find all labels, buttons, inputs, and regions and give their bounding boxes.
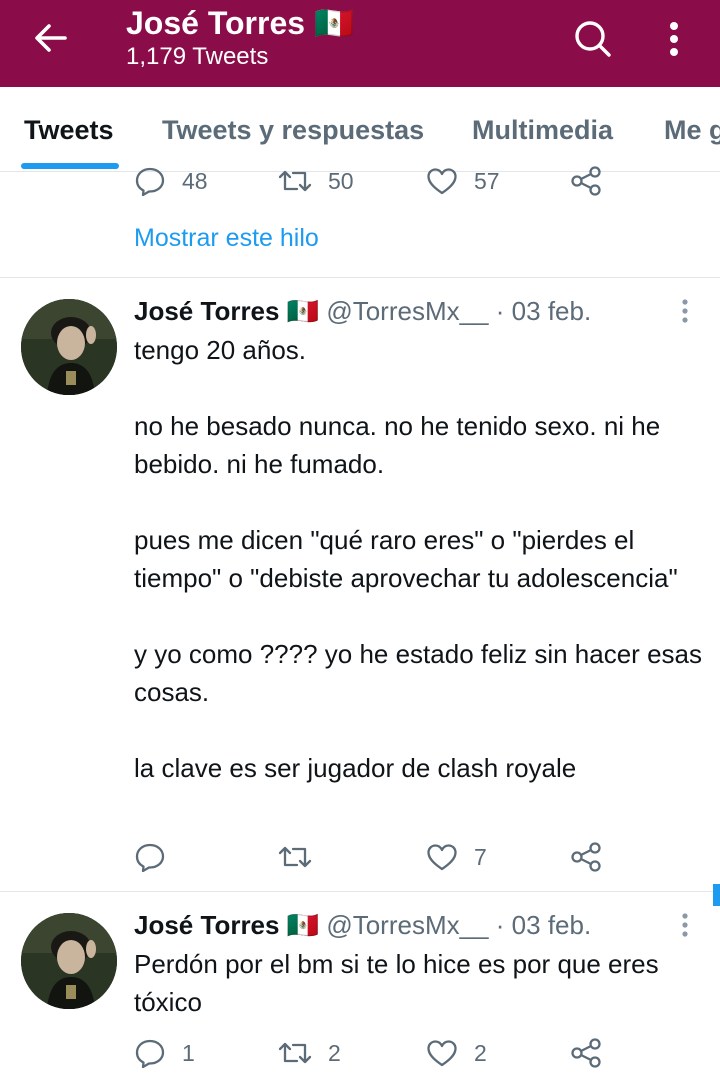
retweet-button[interactable]: 2 [278, 1033, 341, 1073]
tweet-count: 1,179 Tweets [126, 43, 269, 70]
more-options-button[interactable] [654, 14, 694, 64]
share-icon [571, 842, 601, 872]
show-thread-link[interactable]: Mostrar este hilo [134, 224, 319, 253]
like-button[interactable]: 7 [426, 837, 487, 877]
share-icon [571, 1038, 601, 1068]
author-name[interactable]: José Torres 🇲🇽 [134, 296, 319, 326]
like-button[interactable]: 57 [426, 161, 500, 201]
tweet-header: José Torres 🇲🇽 @TorresMx__ · 03 feb. [134, 908, 591, 942]
share-button[interactable] [570, 1033, 602, 1073]
retweet-button[interactable] [278, 837, 328, 877]
tab-likes[interactable]: Me gusta [664, 87, 720, 171]
retweet-icon [278, 846, 312, 868]
like-icon [427, 168, 457, 195]
tab-tweets-and-replies[interactable]: Tweets y respuestas [162, 87, 424, 171]
tab-tweets[interactable]: Tweets [24, 87, 114, 171]
separator-dot: · [495, 296, 505, 326]
reply-count: 48 [182, 167, 208, 194]
header-title-block: José Torres 🇲🇽 1,179 Tweets [126, 4, 354, 72]
share-icon [571, 166, 601, 196]
author-handle[interactable]: @TorresMx__ [326, 910, 488, 940]
reply-icon [135, 167, 165, 196]
divider [0, 891, 720, 892]
retweet-count: 50 [328, 167, 354, 194]
retweet-icon [278, 1042, 312, 1064]
profile-header: José Torres 🇲🇽 1,179 Tweets [0, 0, 720, 87]
tweet-more-button[interactable] [672, 295, 698, 327]
scrollbar-thumb[interactable] [713, 884, 720, 906]
more-vertical-icon [670, 22, 678, 56]
reply-button[interactable] [134, 837, 182, 877]
divider [0, 277, 720, 278]
tweet-date[interactable]: 03 feb. [512, 296, 592, 326]
avatar[interactable] [21, 299, 117, 395]
reply-icon [135, 1039, 165, 1068]
previous-tweet-actions: 48 50 57 [134, 161, 694, 201]
tweet-more-icon [682, 913, 688, 937]
reply-button[interactable]: 48 [134, 161, 208, 201]
tab-media[interactable]: Multimedia [472, 87, 613, 171]
retweet-icon [278, 170, 312, 192]
share-button[interactable] [570, 161, 602, 201]
like-count: 7 [474, 843, 487, 870]
like-icon [427, 844, 457, 871]
tweet-more-button[interactable] [672, 909, 698, 941]
author-name[interactable]: José Torres 🇲🇽 [134, 910, 319, 940]
share-button[interactable] [570, 837, 602, 877]
search-icon [575, 21, 611, 57]
tweet-text: Perdón por el bm si te lo hice es por qu… [134, 949, 666, 1017]
like-count: 57 [474, 167, 500, 194]
avatar[interactable] [21, 913, 117, 1009]
reply-button[interactable]: 1 [134, 1033, 195, 1073]
back-button[interactable] [26, 18, 74, 58]
retweet-count: 2 [328, 1039, 341, 1066]
like-count: 2 [474, 1039, 487, 1066]
tweet-more-icon [682, 299, 688, 323]
back-arrow-icon [35, 24, 67, 52]
tweet-actions: 7 [134, 837, 694, 877]
tweet-actions: 1 2 2 [134, 1033, 694, 1073]
tweet-header: José Torres 🇲🇽 @TorresMx__ · 03 feb. [134, 294, 591, 328]
reply-icon [135, 843, 165, 872]
search-button[interactable] [568, 14, 618, 64]
active-tab-indicator [21, 163, 119, 169]
reply-count: 1 [182, 1039, 195, 1066]
retweet-button[interactable]: 50 [278, 161, 354, 201]
like-icon [427, 1040, 457, 1067]
profile-tabs: Tweets Tweets y respuestas Multimedia Me… [0, 87, 720, 172]
separator-dot: · [495, 910, 505, 940]
profile-name: José Torres 🇲🇽 [126, 5, 354, 41]
tweet-text: tengo 20 años. no he besado nunca. no he… [134, 335, 702, 783]
tweet-date[interactable]: 03 feb. [512, 910, 592, 940]
author-handle[interactable]: @TorresMx__ [326, 296, 488, 326]
like-button[interactable]: 2 [426, 1033, 487, 1073]
